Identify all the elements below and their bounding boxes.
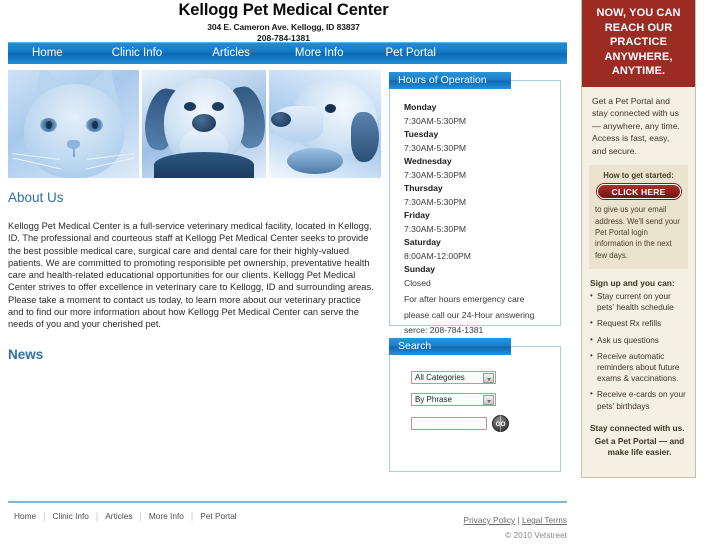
search-panel-body: All Categories By Phrase GO (390, 347, 560, 433)
promo-intro-text: Get a Pet Portal and stay connected with… (592, 95, 680, 156)
copyright-text: © 2010 Vetstreet (505, 530, 567, 540)
privacy-policy-link[interactable]: Privacy Policy (464, 515, 516, 525)
footer-separator: | (95, 511, 99, 521)
cat-eye-right (86, 118, 103, 132)
promo-line: PRACTICE (609, 36, 668, 48)
dog1-chest-shape (154, 152, 254, 178)
footer-legal: Privacy Policy | Legal Terms © 2010 Vets… (463, 515, 567, 540)
footer-link-more-info[interactable]: More Info (149, 510, 184, 522)
page-root: Kellogg Pet Medical Center 304 E. Camero… (0, 0, 727, 545)
list-item: Ask us questions (590, 334, 688, 346)
footer-link-home[interactable]: Home (14, 510, 36, 522)
nav-item-pet-portal[interactable]: Pet Portal (385, 47, 436, 60)
site-footer: Home | Clinic Info | Articles | More Inf… (8, 510, 567, 540)
nav-item-clinic-info[interactable]: Clinic Info (112, 47, 163, 60)
site-address: 304 E. Cameron Ave. Kellogg, ID 83837 (207, 22, 360, 32)
signup-benefits-list: Stay current on your pets' health schedu… (582, 290, 695, 412)
footer-link-clinic-info[interactable]: Clinic Info (52, 510, 88, 522)
news-heading: News (8, 346, 44, 362)
list-item: Receive e-cards on your pets' birthdays (590, 388, 688, 411)
search-mode-select[interactable]: By Phrase (411, 393, 496, 406)
footer-separator: | (190, 511, 194, 521)
hours-time: 7:30AM-5:30PM (404, 142, 467, 153)
get-started-title: How to get started: (603, 171, 674, 181)
main-content: About Us Kellogg Pet Medical Center is a… (8, 70, 381, 374)
after-hours-note-line3: serce: 208-784-1381 (404, 325, 484, 335)
hours-day: Wednesday (404, 156, 452, 166)
site-header: Kellogg Pet Medical Center 304 E. Camero… (0, 0, 567, 43)
promo-line: NOW, YOU CAN (596, 7, 681, 19)
footer-separator: | (139, 511, 142, 521)
cat-photo (8, 70, 139, 178)
sidebar-footer-line1: Stay connected with us. (590, 422, 685, 433)
search-panel-title: Search (389, 338, 511, 355)
chevron-down-icon[interactable] (483, 395, 494, 405)
promo-line: ANYTIME. (611, 65, 666, 77)
main-navigation: Home Clinic Info Articles More Info Pet … (8, 42, 567, 64)
dog-profile-photo (269, 70, 381, 178)
click-here-button[interactable]: CLICK HERE (596, 184, 681, 200)
promo-line: ANYWHERE, (604, 50, 673, 63)
hours-time: 7:30AM-5:30PM (404, 115, 467, 126)
hours-day: Monday (404, 102, 437, 112)
search-category-value: All Categories (415, 373, 465, 382)
hours-day: Sunday (404, 264, 436, 274)
page-title: Kellogg Pet Medical Center (178, 1, 389, 19)
dog-front-photo (142, 70, 266, 178)
search-go-button[interactable]: GO (492, 415, 509, 433)
cat-mouth-shape (73, 148, 75, 157)
hours-day: Saturday (404, 237, 441, 247)
about-us-heading: About Us (8, 190, 64, 205)
dog2-chin-shape (287, 148, 343, 174)
get-started-note: to give us your email address. We'll sen… (595, 205, 680, 260)
cat-eye-left (40, 118, 57, 132)
search-category-select[interactable]: All Categories (411, 371, 496, 384)
hours-day: Friday (404, 210, 430, 220)
get-started-box: How to get started: CLICK HERE to give u… (589, 165, 688, 269)
search-mode-value: By Phrase (415, 395, 452, 404)
hours-time: Closed (404, 277, 431, 288)
hours-time: 8:00AM-12:00PM (404, 250, 471, 261)
nav-item-more-info[interactable]: More Info (295, 47, 344, 60)
promo-line: REACH OUR (604, 21, 673, 34)
search-input[interactable] (411, 417, 487, 430)
nav-item-home[interactable]: Home (32, 47, 63, 60)
footer-nav: Home | Clinic Info | Articles | More Inf… (14, 510, 237, 522)
hours-panel-body: Monday 7:30AM-5:30PM Tuesday 7:30AM-5:30… (390, 81, 560, 345)
after-hours-note-line2: please call our 24-Hour answering (404, 309, 535, 320)
hours-of-operation-panel: Hours of Operation Monday 7:30AM-5:30PM … (389, 72, 561, 335)
hours-time: 7:30AM-5:30PM (404, 223, 467, 234)
search-panel: Search All Categories By Phrase GO (389, 338, 561, 472)
chevron-down-icon[interactable] (483, 373, 494, 383)
footer-divider (8, 501, 567, 503)
signup-benefits-title: Sign up and you can: (590, 277, 675, 288)
search-query-row: GO (411, 415, 560, 433)
footer-link-pet-portal[interactable]: Pet Portal (200, 510, 236, 522)
footer-separator: | (43, 511, 46, 521)
promo-banner: NOW, YOU CAN REACH OUR PRACTICE ANYWHERE… (582, 0, 695, 87)
legal-terms-link[interactable]: Legal Terms (522, 515, 567, 525)
list-item: Stay current on your pets' health schedu… (590, 290, 688, 313)
hero-banner-image (8, 70, 381, 178)
dog2-nose-shape (271, 112, 291, 127)
hours-time: 7:30AM-5:30PM (404, 169, 467, 180)
pet-portal-sidebar: NOW, YOU CAN REACH OUR PRACTICE ANYWHERE… (581, 0, 696, 478)
list-item: Receive automatic reminders about future… (590, 350, 688, 385)
dog1-nose-shape (192, 114, 216, 132)
hours-day: Thursday (404, 183, 443, 193)
hours-day: Tuesday (404, 129, 439, 139)
nav-item-articles[interactable]: Articles (212, 47, 250, 60)
about-us-body: Kellogg Pet Medical Center is a full-ser… (8, 221, 374, 330)
after-hours-note-line1: For after hours emergency care (404, 294, 525, 304)
dog2-eye-shape (325, 104, 336, 113)
sidebar-footer-line2: Get a Pet Portal — and make life easier. (594, 435, 685, 458)
list-item: Request Rx refills (590, 317, 688, 329)
dog2-ear-shape (351, 112, 379, 162)
hours-panel-title: Hours of Operation (389, 72, 511, 89)
hours-time: 7:30AM-5:30PM (404, 196, 467, 207)
footer-link-articles[interactable]: Articles (105, 510, 132, 522)
